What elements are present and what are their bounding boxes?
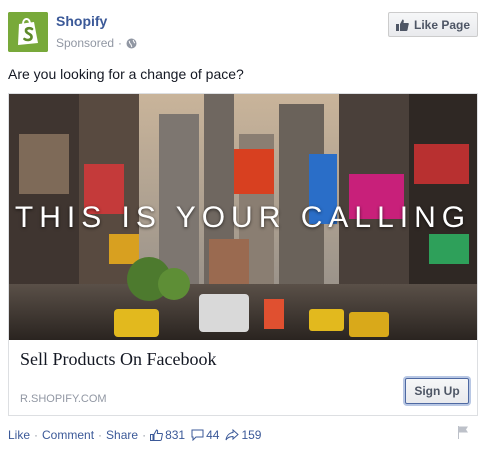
share-count-value: 159 [241, 428, 262, 442]
comment-bubble-icon [191, 429, 204, 441]
comment-count[interactable]: 44 [191, 428, 219, 442]
sponsored-label[interactable]: Sponsored [56, 36, 114, 50]
ad-link-card[interactable]: THIS IS YOUR CALLING Sell Products On Fa… [8, 93, 478, 416]
action-separator: · [142, 428, 147, 442]
share-count[interactable]: 159 [225, 428, 261, 442]
sponsored-post: Shopify Sponsored · Like Page Are you lo… [0, 0, 485, 451]
like-count[interactable]: 831 [150, 428, 185, 442]
globe-icon [126, 38, 137, 49]
sign-up-button[interactable]: Sign Up [405, 378, 469, 404]
action-separator: · [34, 428, 39, 442]
thumbs-up-outline-icon [150, 429, 164, 441]
post-meta: Sponsored · [56, 36, 137, 50]
comment-link[interactable]: Comment [42, 428, 94, 442]
action-separator: · [98, 428, 103, 442]
comment-count-value: 44 [206, 428, 220, 442]
post-message: Are you looking for a change of pace? [8, 66, 244, 82]
ad-title[interactable]: Sell Products On Facebook [20, 349, 216, 370]
like-page-label: Like Page [413, 17, 471, 32]
post-actions-bar: Like · Comment · Share · 831 44 159 [8, 428, 267, 442]
page-name-link[interactable]: Shopify [56, 13, 107, 29]
like-page-button[interactable]: Like Page [388, 12, 478, 37]
ad-image-headline: THIS IS YOUR CALLING [14, 201, 472, 234]
ad-image[interactable]: THIS IS YOUR CALLING [9, 94, 477, 340]
meta-separator: · [118, 36, 123, 50]
share-arrow-icon [225, 429, 240, 441]
like-link[interactable]: Like [8, 428, 30, 442]
report-flag-icon[interactable] [456, 425, 470, 439]
shopify-logo-icon[interactable] [8, 12, 48, 52]
thumbs-up-icon [395, 19, 409, 31]
like-count-value: 831 [165, 428, 186, 442]
ad-domain: R.SHOPIFY.COM [20, 393, 107, 405]
share-link[interactable]: Share [106, 428, 138, 442]
